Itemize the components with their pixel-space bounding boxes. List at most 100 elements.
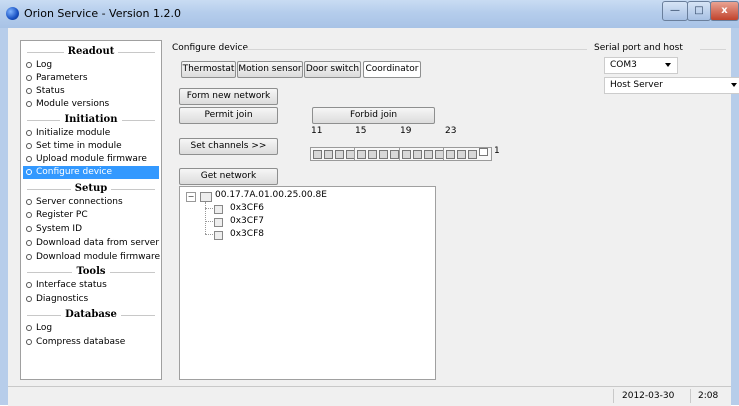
configure-device-label: Configure device bbox=[172, 43, 249, 53]
section-title: Tools bbox=[72, 266, 110, 277]
nav-label: Module versions bbox=[36, 99, 110, 109]
channel-label-19: 19 bbox=[400, 126, 412, 136]
node-icon bbox=[214, 218, 223, 227]
serial-port-label: Serial port and host bbox=[594, 43, 683, 53]
node-icon bbox=[214, 231, 223, 240]
tree-child-node[interactable]: 0x3CF6 bbox=[230, 203, 264, 213]
tree-child-node[interactable]: 0x3CF8 bbox=[230, 229, 264, 239]
channel-checkbox-group-3[interactable] bbox=[399, 147, 448, 161]
get-network-button[interactable]: Get network bbox=[179, 168, 278, 185]
status-date: 2012-03-30 bbox=[613, 389, 696, 403]
channel-label-11: 11 bbox=[311, 126, 323, 136]
bullet-icon bbox=[26, 212, 32, 218]
channel-last-label: 1 bbox=[494, 146, 500, 156]
bullet-icon bbox=[26, 143, 32, 149]
bullet-icon bbox=[26, 199, 32, 205]
status-time: 2:08 bbox=[690, 389, 734, 403]
nav-item-parameters[interactable]: Parameters bbox=[23, 72, 159, 85]
nav-item-compress-database[interactable]: Compress database bbox=[23, 336, 159, 349]
section-readout: Readout bbox=[21, 46, 161, 59]
tree-connector bbox=[205, 202, 206, 234]
host-value: Host Server bbox=[610, 80, 663, 90]
bullet-icon bbox=[26, 339, 32, 345]
nav-item-download-firmware[interactable]: Download module firmware bbox=[23, 251, 161, 264]
nav-item-status[interactable]: Status bbox=[23, 85, 159, 98]
com-port-select[interactable]: COM3 bbox=[604, 57, 678, 74]
tab-coordinator[interactable]: Coordinator bbox=[363, 61, 421, 78]
nav-item-interface-status[interactable]: Interface status bbox=[23, 279, 159, 292]
nav-label: Log bbox=[36, 323, 53, 333]
tab-door-switch[interactable]: Door switch bbox=[304, 61, 361, 78]
nav-label: Initialize module bbox=[36, 128, 111, 138]
nav-label: Parameters bbox=[36, 73, 88, 83]
section-title: Initiation bbox=[60, 114, 122, 125]
tree-root-node[interactable]: 00.17.7A.01.00.25.00.8E bbox=[215, 190, 327, 200]
nav-item-configure-device[interactable]: Configure device bbox=[23, 166, 159, 179]
nav-label: Upload module firmware bbox=[36, 154, 147, 164]
nav-label: Download module firmware bbox=[36, 252, 161, 262]
bullet-icon bbox=[26, 130, 32, 136]
nav-item-initialize-module[interactable]: Initialize module bbox=[23, 127, 159, 140]
bullet-icon bbox=[26, 282, 32, 288]
minimize-button[interactable]: — bbox=[662, 1, 688, 21]
maximize-button[interactable]: □ bbox=[687, 1, 711, 21]
com-port-value: COM3 bbox=[610, 60, 637, 70]
nav-item-set-time[interactable]: Set time in module bbox=[23, 140, 159, 153]
bullet-icon bbox=[26, 169, 32, 175]
dropdown-arrow-icon bbox=[731, 83, 737, 87]
nav-label: Status bbox=[36, 86, 65, 96]
channel-checkbox-group-1[interactable] bbox=[310, 147, 359, 161]
channel-label-15: 15 bbox=[355, 126, 367, 136]
section-title: Setup bbox=[70, 183, 112, 194]
close-button[interactable]: x bbox=[710, 1, 739, 21]
bullet-icon bbox=[26, 226, 32, 232]
nav-label: Diagnostics bbox=[36, 294, 89, 304]
host-select[interactable]: Host Server bbox=[604, 77, 739, 94]
nav-label: Set time in module bbox=[36, 141, 122, 151]
nav-item-db-log[interactable]: Log bbox=[23, 322, 159, 335]
collapse-icon[interactable]: − bbox=[186, 192, 196, 202]
section-title: Database bbox=[61, 309, 121, 320]
nav-label: Download data from server bbox=[36, 238, 160, 248]
title-bar: Orion Service - Version 1.2.0 — □ x bbox=[0, 0, 739, 29]
node-icon bbox=[200, 192, 212, 202]
nav-item-upload-firmware[interactable]: Upload module firmware bbox=[23, 153, 159, 166]
tree-child-node[interactable]: 0x3CF7 bbox=[230, 216, 264, 226]
bullet-icon bbox=[26, 254, 32, 260]
form-new-network-button[interactable]: Form new network bbox=[179, 88, 278, 105]
nav-label: Server connections bbox=[36, 197, 123, 207]
nav-label: System ID bbox=[36, 224, 83, 234]
nav-item-module-versions[interactable]: Module versions bbox=[23, 98, 159, 111]
bullet-icon bbox=[26, 156, 32, 162]
nav-item-log[interactable]: Log bbox=[23, 59, 159, 72]
bullet-icon bbox=[26, 240, 32, 246]
nav-label: Configure device bbox=[36, 167, 113, 177]
nav-item-download-data[interactable]: Download data from server bbox=[23, 237, 159, 250]
group-divider bbox=[245, 49, 587, 50]
set-channels-button[interactable]: Set channels >> bbox=[179, 138, 278, 155]
network-tree[interactable]: − 00.17.7A.01.00.25.00.8E 0x3CF6 0x3CF7 … bbox=[179, 186, 436, 380]
permit-join-button[interactable]: Permit join bbox=[179, 107, 278, 124]
bullet-icon bbox=[26, 325, 32, 331]
dropdown-arrow-icon bbox=[665, 63, 671, 67]
channel-checkbox-group-4[interactable] bbox=[443, 147, 492, 161]
nav-label: Interface status bbox=[36, 280, 107, 290]
bullet-icon bbox=[26, 88, 32, 94]
tab-motion-sensor[interactable]: Motion sensor bbox=[237, 61, 303, 78]
window-title: Orion Service - Version 1.2.0 bbox=[24, 7, 181, 20]
bullet-icon bbox=[26, 62, 32, 68]
nav-item-diagnostics[interactable]: Diagnostics bbox=[23, 293, 159, 306]
forbid-join-button[interactable]: Forbid join bbox=[312, 107, 435, 124]
bullet-icon bbox=[26, 75, 32, 81]
bullet-icon bbox=[26, 296, 32, 302]
nav-item-system-id[interactable]: System ID bbox=[23, 223, 159, 236]
nav-item-server-connections[interactable]: Server connections bbox=[23, 196, 159, 209]
nav-label: Compress database bbox=[36, 337, 126, 347]
tab-thermostat[interactable]: Thermostat bbox=[181, 61, 236, 78]
section-database: Database bbox=[21, 309, 161, 322]
section-title: Readout bbox=[63, 46, 119, 57]
nav-item-register-pc[interactable]: Register PC bbox=[23, 209, 159, 222]
section-tools: Tools bbox=[21, 266, 161, 279]
channel-checkbox-group-2[interactable] bbox=[354, 147, 403, 161]
channel-label-23: 23 bbox=[445, 126, 457, 136]
